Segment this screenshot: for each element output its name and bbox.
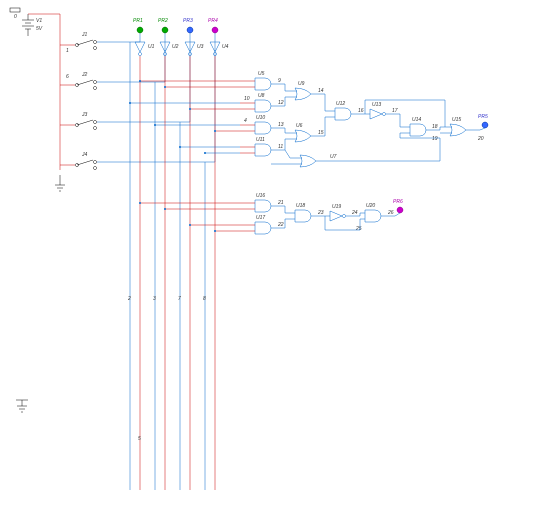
net-9: 9 xyxy=(278,78,281,84)
and-gate-u11[interactable]: U11 11 xyxy=(240,137,285,156)
net-11: 11 xyxy=(278,144,283,150)
voltage-source[interactable]: V1 5V 0 xyxy=(10,8,43,36)
u6-label: U6 xyxy=(296,123,303,129)
pr6-label: PR6 xyxy=(393,199,403,205)
probe-pr3[interactable] xyxy=(187,27,193,33)
and-gate-u8[interactable]: U8 10 12 xyxy=(240,93,285,112)
inverter-u3[interactable]: U3 xyxy=(185,30,204,56)
j4-label: J4 xyxy=(81,152,88,158)
u14-label: U14 xyxy=(412,117,421,123)
u9-label: U9 xyxy=(298,81,305,87)
j3-label: J3 xyxy=(81,112,88,118)
u4-label: U4 xyxy=(222,44,229,50)
net-18: 18 xyxy=(432,124,438,130)
switch-j2[interactable]: J2 6 xyxy=(60,72,97,90)
net-8: 8 xyxy=(203,296,206,302)
net-12: 12 xyxy=(278,100,284,106)
or-gate-u9[interactable]: U9 14 xyxy=(285,81,325,100)
net-1: 1 xyxy=(66,48,69,54)
and-gate-u5[interactable]: U5 9 xyxy=(240,71,285,90)
switch-j4[interactable]: J4 xyxy=(60,152,97,170)
not-gate-u13[interactable]: U13 17 xyxy=(365,102,400,119)
and-gate-u20[interactable]: U20 26 25 xyxy=(355,203,395,232)
net-6: 6 xyxy=(66,74,69,80)
switch-j3[interactable]: J3 xyxy=(60,112,97,130)
net-2: 2 xyxy=(127,296,131,302)
probe-pr6[interactable] xyxy=(397,207,403,213)
inverter-u2[interactable]: U2 xyxy=(160,30,179,56)
inverter-u1[interactable]: U1 xyxy=(135,30,155,56)
net-0: 0 xyxy=(14,14,17,20)
net-4: 4 xyxy=(244,118,247,124)
inverter-u4[interactable]: U4 xyxy=(210,30,229,56)
and-gate-u10[interactable]: U10 4 13 xyxy=(240,115,285,134)
or-gate-u15[interactable]: U15 20 xyxy=(440,117,484,142)
u12-label: U12 xyxy=(336,101,345,107)
or-gate-u7[interactable]: U7 xyxy=(290,154,440,167)
u2-label: U2 xyxy=(172,44,179,50)
u10-label: U10 xyxy=(256,115,265,121)
net-26: 26 xyxy=(387,210,394,216)
u19-label: U19 xyxy=(332,204,341,210)
u17-label: U17 xyxy=(256,215,265,221)
net-25: 25 xyxy=(355,226,362,232)
j2-label: J2 xyxy=(81,72,88,78)
and-gate-u12[interactable]: U12 16 xyxy=(325,101,365,120)
net-23: 23 xyxy=(317,210,324,216)
ground-symbol xyxy=(16,400,28,412)
net-14: 14 xyxy=(318,88,324,94)
j1-label: J1 xyxy=(81,32,88,38)
net-10: 10 xyxy=(244,96,250,102)
net-19: 19 xyxy=(432,136,438,142)
pr4-label: PR4 xyxy=(208,18,218,24)
net-7: 7 xyxy=(178,296,181,302)
net-20: 20 xyxy=(477,136,484,142)
pr1-label: PR1 xyxy=(133,18,143,24)
v1-value: 5V xyxy=(36,26,43,32)
u20-label: U20 xyxy=(366,203,375,209)
u11-label: U11 xyxy=(256,137,265,143)
net-24: 24 xyxy=(351,210,358,216)
u8-label: U8 xyxy=(258,93,265,99)
probe-pr4[interactable] xyxy=(212,27,218,33)
u5-label: U5 xyxy=(258,71,265,77)
not-gate-u19[interactable]: U19 24 xyxy=(325,204,360,221)
u1-label: U1 xyxy=(148,44,155,50)
probe-pr5[interactable] xyxy=(482,122,488,128)
switch-ground xyxy=(55,175,65,191)
pr3-label: PR3 xyxy=(183,18,193,24)
probe-pr1[interactable] xyxy=(137,27,143,33)
net-15: 15 xyxy=(318,130,324,136)
pr5-label: PR5 xyxy=(478,114,488,120)
net-22: 22 xyxy=(277,222,284,228)
u7-label: U7 xyxy=(330,154,337,160)
switch-j1[interactable]: J1 1 xyxy=(60,32,97,54)
u3-label: U3 xyxy=(197,44,204,50)
net-21: 21 xyxy=(277,200,284,206)
pr2-label: PR2 xyxy=(158,18,168,24)
and-gate-u17[interactable]: U17 22 xyxy=(240,215,285,234)
schematic-canvas: V1 5V 0 J1 1 J2 6 xyxy=(0,0,541,510)
u18-label: U18 xyxy=(296,203,305,209)
net-17: 17 xyxy=(392,108,398,114)
u13-label: U13 xyxy=(372,102,381,108)
net-16: 16 xyxy=(358,108,364,114)
net-3: 3 xyxy=(153,296,156,302)
u15-label: U15 xyxy=(452,117,461,123)
and-gate-u18[interactable]: U18 23 xyxy=(285,203,325,222)
u16-label: U16 xyxy=(256,193,265,199)
or-gate-u6[interactable]: U6 15 xyxy=(285,123,325,142)
probe-pr2[interactable] xyxy=(162,27,168,33)
v1-ref: V1 xyxy=(36,18,42,24)
and-gate-u16[interactable]: U16 21 xyxy=(240,193,285,212)
net-5-bus: 5 xyxy=(138,436,141,442)
net-13: 13 xyxy=(278,122,284,128)
